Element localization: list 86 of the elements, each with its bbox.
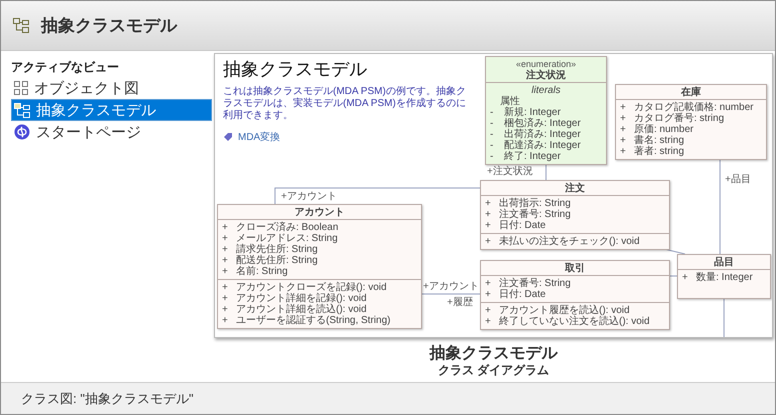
role-label: +アカウント [423, 281, 479, 292]
visibility-mark: + [222, 266, 229, 277]
class-name: 在庫 [681, 87, 701, 98]
operation-text: アカウント詳細を記録(): void [236, 293, 367, 304]
attribute-text: 日付: Date [499, 289, 546, 300]
attribute-text: 注文番号: String [499, 209, 571, 220]
visibility-mark: + [222, 255, 229, 266]
role-label: +アカウント [281, 191, 337, 202]
visibility-mark: + [620, 146, 627, 157]
class-name: 取引 [565, 263, 585, 274]
attribute-text: 数量: Integer [696, 272, 753, 283]
window-title: 抽象クラスモデル [41, 15, 177, 37]
grid-squares-icon [14, 81, 28, 95]
visibility-mark: + [620, 124, 627, 135]
attribute-text: 請求先住所: String [236, 244, 318, 255]
attribute-text: 名前: String [236, 266, 288, 277]
visibility-mark: + [222, 233, 229, 244]
attribute-text: 注文番号: String [499, 278, 571, 289]
role-label: +注文状況 [487, 166, 533, 177]
visibility-mark: + [485, 236, 492, 247]
class-diagram-icon [13, 18, 29, 33]
visibility-mark: + [682, 272, 689, 283]
visibility-mark: + [485, 305, 492, 316]
attribute-text: 著者: string [634, 146, 684, 157]
attribute-text: 梱包済み: Integer [504, 118, 581, 129]
mda-link[interactable]: MDA変換 [223, 130, 280, 144]
attribute-text: 書名: string [634, 135, 684, 146]
role-label: +履歴 [447, 297, 473, 308]
visibility-mark: - [490, 151, 494, 162]
visibility-mark: + [222, 315, 229, 326]
visibility-mark: + [485, 209, 492, 220]
visibility-mark: + [222, 293, 229, 304]
sidebar-heading: アクティブなビュー [11, 59, 120, 76]
visibility-mark: + [620, 102, 627, 113]
sidebar-item[interactable]: スタートページ [11, 121, 212, 143]
tag-icon [223, 132, 233, 142]
attribute-text: 終了: Integer [504, 151, 561, 162]
attribute-text: カタログ番号: string [634, 113, 724, 124]
visibility-mark: + [485, 278, 492, 289]
caption-subtitle: クラス ダイアグラム [438, 363, 550, 378]
class-name: アカウント [294, 207, 344, 218]
status-text: クラス図: "抽象クラスモデル" [21, 390, 194, 408]
visibility-mark: + [620, 135, 627, 146]
operation-text: ユーザーを認証する(String, String) [236, 315, 390, 326]
visibility-mark: - [490, 140, 494, 151]
attribute-text: クローズ済み: Boolean [236, 222, 338, 233]
group-label: 属性 [499, 96, 521, 107]
visibility-mark: + [222, 222, 229, 233]
visibility-mark: + [485, 198, 492, 209]
attribute-text: 日付: Date [499, 220, 546, 231]
visibility-mark: + [222, 304, 229, 315]
visibility-mark: + [620, 113, 627, 124]
visibility-mark: + [485, 316, 492, 327]
class-stereotype: «enumeration» [516, 59, 576, 69]
visibility-mark: + [222, 244, 229, 255]
attribute-text: 新規: Integer [504, 107, 561, 118]
visibility-mark: + [485, 220, 492, 231]
attribute-text: 原価: number [634, 124, 694, 135]
diagram-description: これは抽象クラスモデル(MDA PSM)の例です。抽象クラスモデルは、実装モデル(MDA PSM)を作成するのに利用できます。 [223, 86, 467, 122]
attribute-text: 配達済み: Integer [504, 140, 581, 151]
class-name: 品目 [714, 257, 734, 268]
visibility-mark: - [490, 107, 494, 118]
role-label: +品目 [725, 174, 751, 185]
attribute-text: メールアドレス: String [236, 233, 338, 244]
operation-text: アカウントクローズを記録(): void [236, 282, 387, 293]
operation-text: アカウント詳細を読込(): void [236, 304, 367, 315]
swirl-logo-icon [14, 124, 30, 140]
visibility-mark: + [222, 282, 229, 293]
attribute-text: 出荷済み: Integer [504, 129, 581, 140]
attribute-text: 出荷指示: String [499, 198, 571, 209]
attribute-text: カタログ記載価格: number [634, 102, 754, 113]
visibility-mark: - [490, 118, 494, 129]
operation-text: アカウント履歴を読込(): void [499, 305, 630, 316]
visibility-mark: + [485, 289, 492, 300]
class-name: 注文 [565, 183, 585, 194]
section-label: literals [532, 85, 560, 96]
sidebar-item[interactable]: 抽象クラスモデル [11, 99, 212, 121]
operation-text: 終了していない注文を読込(): void [499, 316, 650, 327]
caption-title: 抽象クラスモデル [430, 344, 558, 363]
class-name: 注文状況 [526, 70, 566, 81]
sidebar-item[interactable]: オブジェクト図 [11, 77, 212, 99]
operation-text: 未払いの注文をチェック(): void [499, 236, 640, 247]
attribute-text: 配送先住所: String [236, 255, 318, 266]
visibility-mark: - [490, 129, 494, 140]
class-diagram-icon [14, 102, 30, 118]
diagram-title: 抽象クラスモデル [223, 58, 367, 80]
